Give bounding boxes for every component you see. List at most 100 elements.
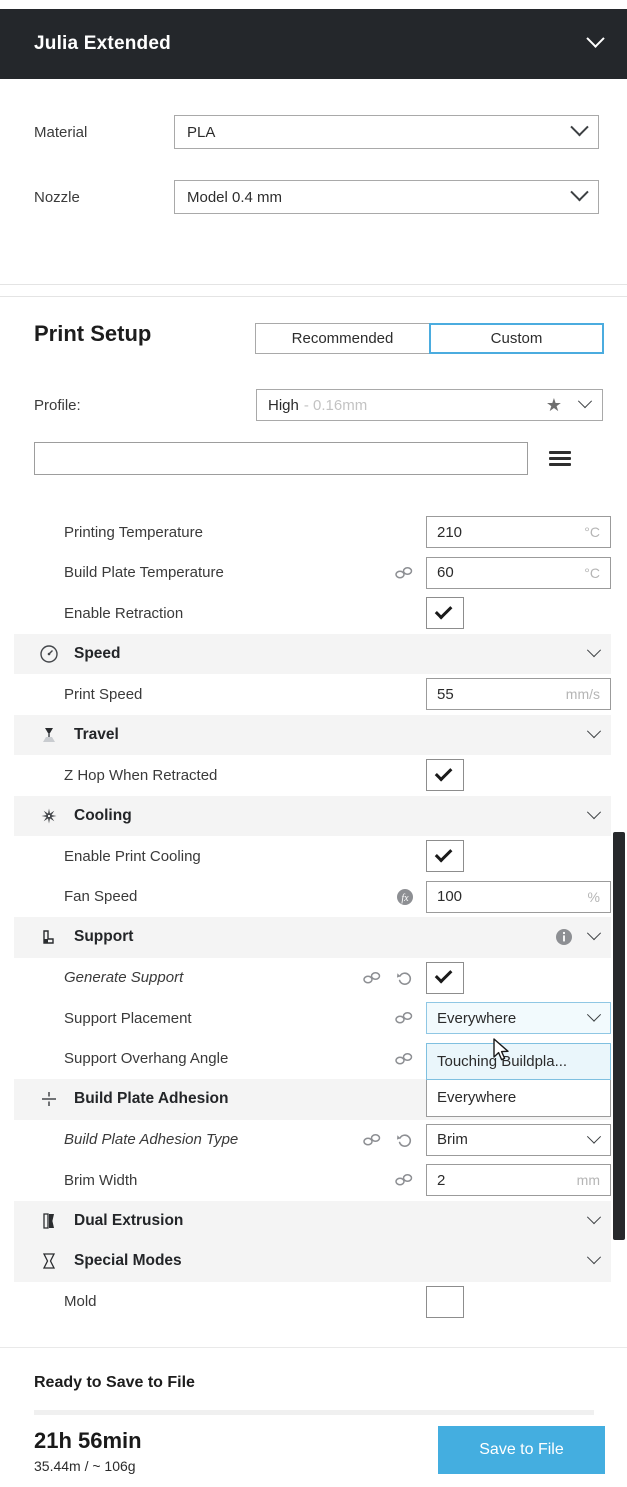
revert-icon[interactable] [396,970,414,986]
fan-icon [36,806,62,826]
setting-control[interactable]: Brim [426,1123,611,1156]
setting-row-build-plate-temperature[interactable]: Build Plate Temperature 60 °C [14,552,611,593]
material-usage: 35.44m / ~ 106g [34,1458,136,1474]
link-icon[interactable] [362,1133,382,1147]
setting-control[interactable]: 2 mm [426,1164,611,1197]
checkbox-enable-print-cooling[interactable] [426,840,464,873]
printer-titlebar[interactable]: Julia Extended [0,9,627,79]
status-text: Ready to Save to File [34,1374,195,1391]
search-input[interactable] [34,442,528,475]
number-input-fan-speed[interactable]: 100 % [426,880,611,913]
category-row-travel[interactable]: Travel [14,714,611,755]
link-icon[interactable] [394,566,414,580]
chevron-down-icon[interactable] [586,723,602,744]
profile-select[interactable]: High - 0.16mm ★ [256,389,603,421]
setting-label: Fan Speed [64,888,138,906]
setting-icons [362,970,414,986]
number-input-print-speed[interactable]: 55 mm/s [426,678,611,711]
chevron-down-icon[interactable] [586,29,609,55]
printer-name: Julia Extended [34,33,171,54]
setting-row-print-speed[interactable]: Print Speed 55 mm/s [14,674,611,715]
setting-control[interactable]: Everywhere [426,1002,611,1035]
chevron-down-icon[interactable] [586,642,602,663]
footer-bar: Ready to Save to File 21h 56min 35.44m /… [0,1347,627,1487]
setting-row-mold[interactable]: Mold [14,1281,611,1320]
number-input-build-plate-temperature[interactable]: 60 °C [426,556,611,589]
number-input-printing-temperature[interactable]: 210 °C [426,516,611,549]
nozzle-select[interactable]: Model 0.4 mm [174,180,599,214]
setting-control[interactable] [426,597,464,630]
revert-icon[interactable] [396,1132,414,1148]
hamburger-menu-icon[interactable] [549,451,571,466]
value: Everywhere [437,1009,517,1027]
setting-label: Build Plate Temperature [64,564,224,582]
setting-control[interactable]: 210 °C [426,516,611,549]
tab-recommended[interactable]: Recommended [255,323,430,354]
setting-control[interactable]: 60 °C [426,556,611,589]
value: 55 [437,685,454,703]
link-icon[interactable] [394,1011,414,1025]
setting-control[interactable]: 55 mm/s [426,678,611,711]
save-to-file-button[interactable]: Save to File [438,1426,605,1474]
category-label: Travel [74,725,119,743]
checkbox-mold[interactable] [426,1285,464,1318]
setting-row-enable-retraction[interactable]: Enable Retraction [14,593,611,634]
print-setup-title: Print Setup [34,321,152,346]
checkbox-z-hop-when-retracted[interactable] [426,759,464,792]
progress-bar [34,1410,594,1415]
chevron-down-icon[interactable] [586,1250,602,1270]
category-row-special-modes[interactable]: Special Modes [14,1241,611,1282]
fx-icon[interactable]: fx [396,888,414,906]
profile-value: High [268,396,299,414]
star-icon[interactable]: ★ [546,396,562,414]
setting-row-support-placement[interactable]: Support Placement Everywhere [14,998,611,1039]
setting-control[interactable] [426,961,464,994]
settings-list[interactable]: Printing Temperature 210 °C Build Plate … [14,512,611,1320]
category-row-dual-extrusion[interactable]: Dual Extrusion [14,1200,611,1241]
check-icon [434,844,453,863]
support-placement-dropdown[interactable]: Touching Buildpla... Everywhere [426,1043,611,1117]
number-input-brim-width[interactable]: 2 mm [426,1164,611,1197]
info-icon[interactable] [555,928,573,946]
setting-row-build-plate-adhesion-type[interactable]: Build Plate Adhesion Type Brim [14,1119,611,1160]
setting-icons [394,1011,414,1025]
link-icon[interactable] [362,971,382,985]
category-row-cooling[interactable]: Cooling [14,795,611,836]
link-icon[interactable] [394,1173,414,1187]
setting-row-enable-print-cooling[interactable]: Enable Print Cooling [14,836,611,877]
adhesion-icon [36,1089,62,1109]
setting-row-brim-width[interactable]: Brim Width 2 mm [14,1160,611,1201]
material-row: Material PLA [34,115,599,149]
checkbox-enable-retraction[interactable] [426,597,464,630]
check-icon [434,966,453,984]
chevron-down-icon[interactable] [586,1209,602,1230]
profile-layer-height: - 0.16mm [303,396,368,414]
category-label: Cooling [74,806,132,824]
tab-custom[interactable]: Custom [429,323,604,354]
select-support-placement[interactable]: Everywhere [426,1002,611,1035]
category-row-support[interactable]: Support [14,917,611,958]
category-controls [555,926,602,946]
setting-row-fan-speed[interactable]: Fan Speed fx 100 % [14,876,611,917]
chevron-down-icon[interactable] [586,926,602,946]
material-select[interactable]: PLA [174,115,599,149]
setting-row-generate-support[interactable]: Generate Support [14,957,611,998]
setting-control[interactable] [426,759,464,792]
value: Brim [437,1131,468,1149]
setting-control[interactable]: 100 % [426,880,611,913]
setting-row-z-hop-when-retracted[interactable]: Z Hop When Retracted [14,755,611,796]
link-icon[interactable] [394,1052,414,1066]
category-controls [586,1209,602,1230]
select-build-plate-adhesion-type[interactable]: Brim [426,1123,611,1156]
setting-label: Support Overhang Angle [64,1050,229,1068]
dropdown-option-everywhere[interactable]: Everywhere [427,1079,610,1116]
dropdown-option-touching-buildplate[interactable]: Touching Buildpla... [426,1043,611,1080]
setting-row-printing-temperature[interactable]: Printing Temperature 210 °C [14,512,611,553]
checkbox-generate-support[interactable] [426,961,464,994]
chevron-down-icon[interactable] [586,804,602,825]
setting-icons: fx [396,888,414,906]
category-row-speed[interactable]: Speed [14,633,611,674]
settings-scrollbar[interactable] [613,832,625,1240]
setting-control[interactable] [426,840,464,873]
setting-control[interactable] [426,1285,464,1318]
